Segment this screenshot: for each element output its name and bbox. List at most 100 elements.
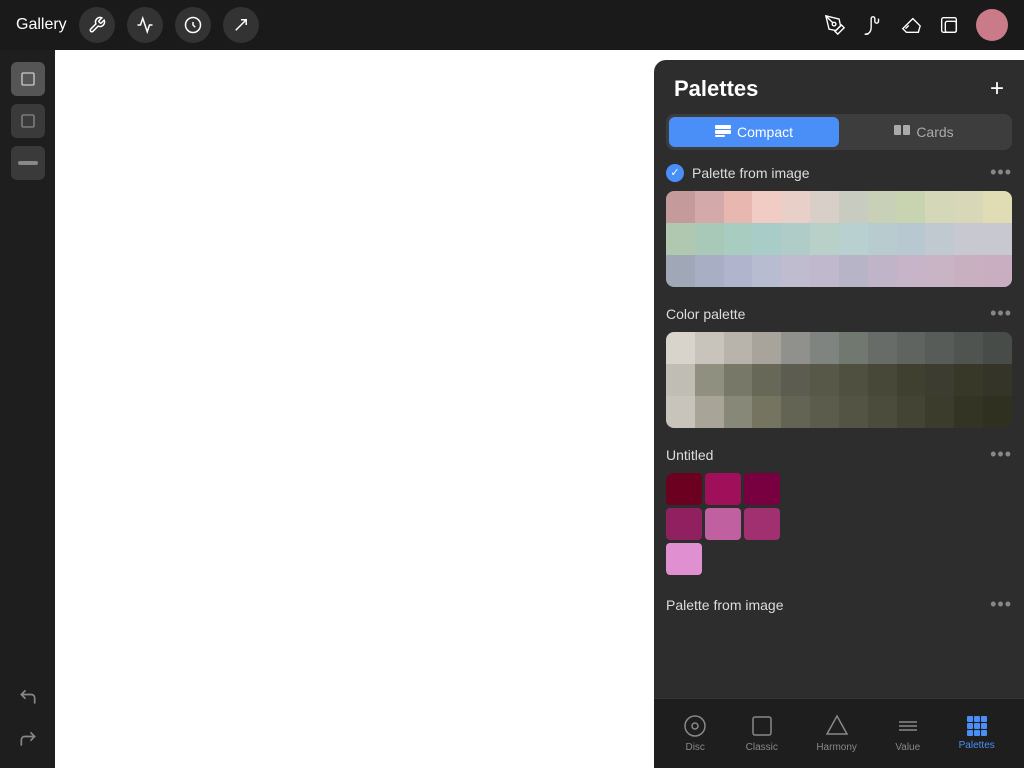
palette-1-more-button[interactable]: ••• — [990, 162, 1012, 183]
arrow-button[interactable] — [223, 7, 259, 43]
swatch-cell[interactable] — [897, 191, 926, 223]
swatch-cell[interactable] — [897, 223, 926, 255]
pen-tool-button[interactable] — [824, 14, 846, 36]
swatch-cell[interactable] — [744, 473, 780, 505]
swatch-cell[interactable] — [868, 364, 897, 396]
swatch-cell[interactable] — [666, 255, 695, 287]
swatch-cell[interactable] — [810, 255, 839, 287]
avatar[interactable] — [976, 9, 1008, 41]
swatch-cell[interactable] — [744, 508, 780, 540]
swatch-cell[interactable] — [897, 364, 926, 396]
swatch-cell[interactable] — [781, 396, 810, 428]
swatch-cell[interactable] — [752, 364, 781, 396]
swatch-cell[interactable] — [705, 473, 741, 505]
swatch-cell[interactable] — [839, 255, 868, 287]
brush-tool-button[interactable] — [862, 14, 884, 36]
swatch-cell[interactable] — [695, 364, 724, 396]
edit1-button[interactable] — [127, 7, 163, 43]
shape-tool-button[interactable] — [11, 104, 45, 138]
swatch-cell[interactable] — [868, 223, 897, 255]
swatch-cell[interactable] — [839, 332, 868, 364]
redo-button[interactable] — [11, 722, 45, 756]
disc-nav-button[interactable]: Disc — [667, 708, 723, 759]
swatch-cell[interactable] — [666, 396, 695, 428]
swatch-cell[interactable] — [897, 396, 926, 428]
swatch-cell[interactable] — [752, 396, 781, 428]
swatch-cell[interactable] — [925, 223, 954, 255]
swatch-cell[interactable] — [724, 396, 753, 428]
eraser-tool-button[interactable] — [900, 14, 922, 36]
swatch-cell[interactable] — [781, 332, 810, 364]
swatch-cell[interactable] — [724, 191, 753, 223]
value-nav-button[interactable]: Value — [879, 708, 936, 759]
swatch-cell[interactable] — [724, 332, 753, 364]
swatch-cell[interactable] — [724, 364, 753, 396]
swatch-cell[interactable] — [839, 364, 868, 396]
transform-tool-button[interactable] — [11, 62, 45, 96]
swatch-cell[interactable] — [868, 191, 897, 223]
swatch-cell[interactable] — [695, 332, 724, 364]
swatch-cell[interactable] — [954, 255, 983, 287]
swatch-cell[interactable] — [839, 223, 868, 255]
swatch-cell[interactable] — [925, 364, 954, 396]
swatch-cell[interactable] — [925, 332, 954, 364]
edit2-button[interactable] — [175, 7, 211, 43]
swatch-cell[interactable] — [781, 191, 810, 223]
swatch-cell[interactable] — [695, 255, 724, 287]
swatch-cell[interactable] — [666, 508, 702, 540]
swatch-cell[interactable] — [839, 191, 868, 223]
swatch-cell[interactable] — [897, 255, 926, 287]
swatch-cell[interactable] — [724, 223, 753, 255]
undo-button[interactable] — [11, 680, 45, 714]
swatch-cell[interactable] — [781, 364, 810, 396]
swatch-cell[interactable] — [666, 332, 695, 364]
swatch-cell[interactable] — [666, 543, 702, 575]
swatch-cell[interactable] — [839, 396, 868, 428]
swatch-cell[interactable] — [925, 255, 954, 287]
swatch-cell[interactable] — [810, 191, 839, 223]
select-tool-button[interactable] — [11, 146, 45, 180]
swatch-cell[interactable] — [810, 332, 839, 364]
swatch-cell[interactable] — [666, 473, 702, 505]
swatch-cell[interactable] — [752, 332, 781, 364]
swatch-cell[interactable] — [810, 223, 839, 255]
swatch-cell[interactable] — [868, 332, 897, 364]
swatch-cell[interactable] — [983, 223, 1012, 255]
harmony-nav-button[interactable]: Harmony — [800, 708, 873, 759]
compact-tab[interactable]: Compact — [669, 117, 839, 147]
swatch-cell[interactable] — [868, 255, 897, 287]
swatch-cell[interactable] — [810, 364, 839, 396]
swatch-cell[interactable] — [983, 191, 1012, 223]
swatch-cell[interactable] — [954, 332, 983, 364]
swatch-cell[interactable] — [781, 223, 810, 255]
swatch-cell[interactable] — [705, 508, 741, 540]
wrench-button[interactable] — [79, 7, 115, 43]
palette-4-more-button[interactable]: ••• — [990, 594, 1012, 615]
swatch-cell[interactable] — [954, 396, 983, 428]
swatch-cell[interactable] — [666, 191, 695, 223]
swatch-cell[interactable] — [752, 223, 781, 255]
swatch-cell[interactable] — [954, 223, 983, 255]
swatch-cell[interactable] — [983, 332, 1012, 364]
palettes-nav-button[interactable]: Palettes — [943, 710, 1011, 757]
add-palette-button[interactable]: + — [990, 77, 1004, 101]
swatch-cell[interactable] — [868, 396, 897, 428]
swatch-cell[interactable] — [695, 223, 724, 255]
layers-button[interactable] — [938, 14, 960, 36]
swatch-cell[interactable] — [983, 396, 1012, 428]
swatch-cell[interactable] — [954, 191, 983, 223]
swatch-cell[interactable] — [897, 332, 926, 364]
swatch-cell[interactable] — [954, 364, 983, 396]
swatch-cell[interactable] — [666, 223, 695, 255]
gallery-button[interactable]: Gallery — [16, 16, 67, 34]
palette-3-more-button[interactable]: ••• — [990, 444, 1012, 465]
swatch-cell[interactable] — [752, 191, 781, 223]
palette-2-more-button[interactable]: ••• — [990, 303, 1012, 324]
swatch-cell[interactable] — [983, 364, 1012, 396]
swatch-cell[interactable] — [695, 396, 724, 428]
swatch-cell[interactable] — [752, 255, 781, 287]
swatch-cell[interactable] — [666, 364, 695, 396]
swatch-cell[interactable] — [925, 191, 954, 223]
classic-nav-button[interactable]: Classic — [730, 708, 794, 759]
swatch-cell[interactable] — [724, 255, 753, 287]
